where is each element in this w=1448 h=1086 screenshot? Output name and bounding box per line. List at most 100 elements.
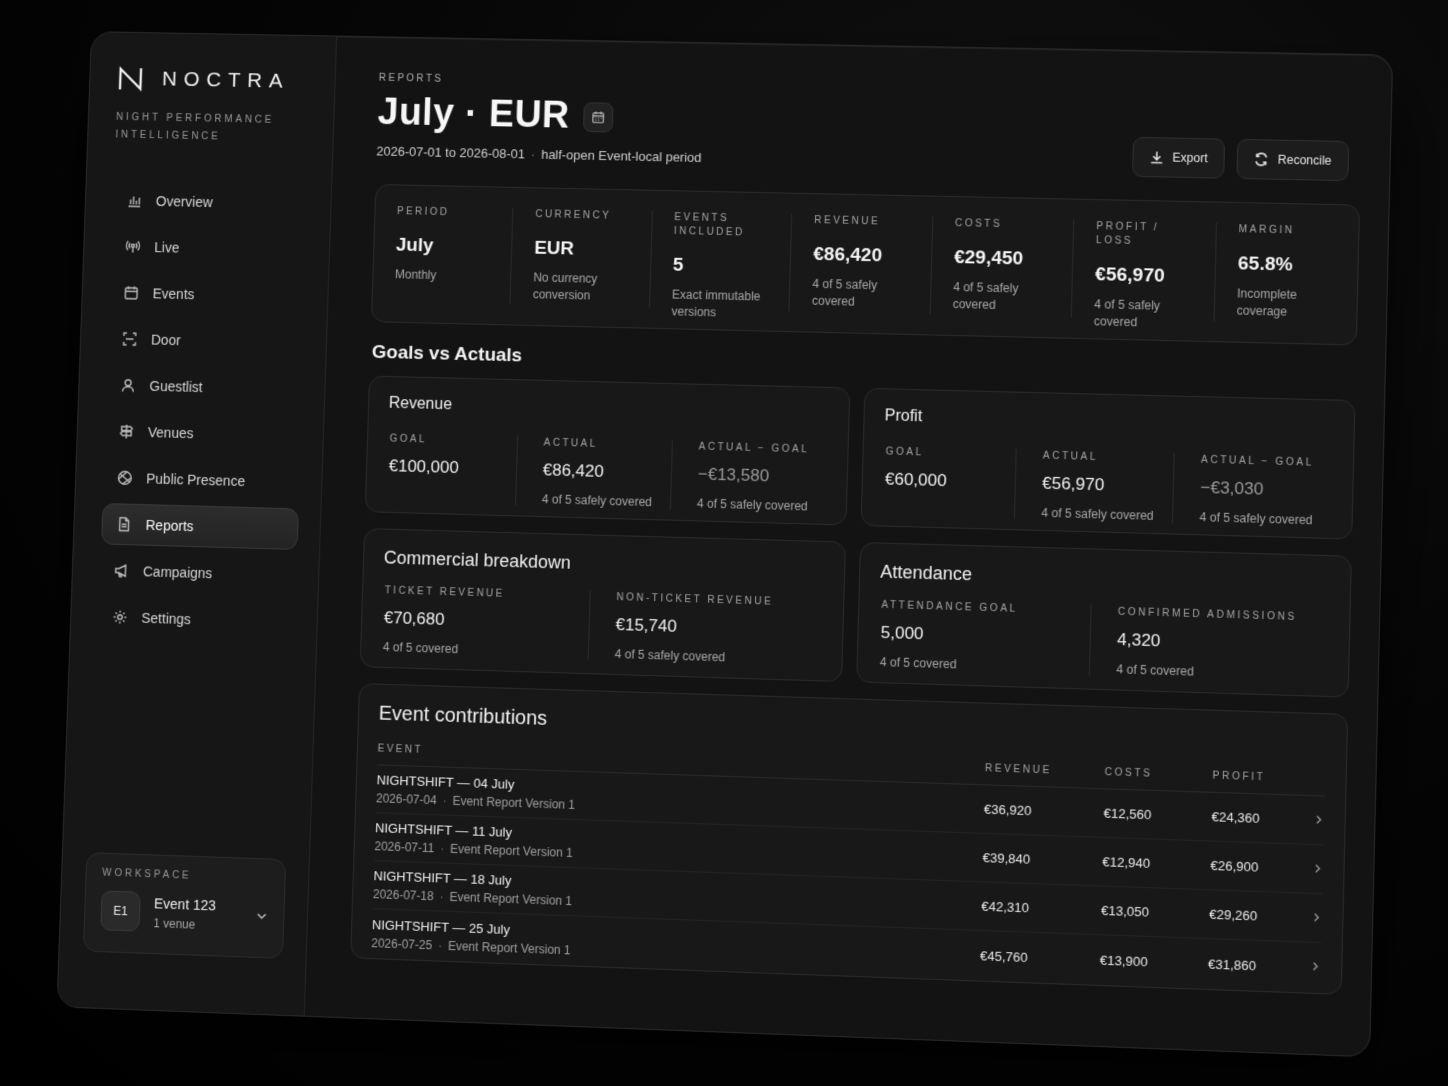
profit-goal-card: Profit Goal €60,000 Actual €56,970 4 of … (860, 387, 1356, 540)
metric-label: Attendance goal (881, 599, 1018, 615)
attendance-goal-metric: Attendance goal 5,000 4 of 5 covered (877, 598, 1092, 676)
metric-value: −€13,580 (697, 464, 770, 486)
chevron-right-icon (1310, 961, 1321, 972)
brand[interactable]: NOCTRA (117, 66, 314, 95)
brand-name: NOCTRA (161, 67, 290, 93)
summary-label: Currency (535, 209, 612, 222)
sidebar-item-reports[interactable]: Reports (101, 502, 299, 550)
metric-label: Actual (1042, 450, 1099, 464)
workspace-info: Event 123 1 venue (153, 895, 216, 932)
summary-value: 65.8% (1237, 253, 1293, 276)
sidebar-item-label: Events (152, 285, 195, 303)
profit-cell: €26,900 (1210, 857, 1259, 875)
metrics-row: Attendance goal 5,000 4 of 5 covered Con… (877, 598, 1329, 683)
card-title: Revenue (388, 394, 453, 414)
metric-label: Confirmed admissions (1117, 606, 1297, 624)
sidebar-item-door[interactable]: Door (108, 318, 306, 364)
costs-cell: €12,940 (1102, 854, 1151, 871)
event-date: 2026-07-11 (374, 839, 435, 856)
refresh-icon (1254, 152, 1269, 166)
summary-value: €56,970 (1094, 264, 1165, 287)
sidebar-item-label: Guestlist (149, 377, 203, 396)
sidebar-item-label: Overview (155, 193, 213, 211)
megaphone-icon (114, 563, 130, 579)
card-title: Commercial breakdown (383, 547, 572, 573)
metric-value: €86,420 (542, 460, 605, 481)
signpost-icon (118, 423, 134, 439)
profit-cell: €29,260 (1209, 906, 1258, 924)
event-date: 2026-07-18 (372, 887, 434, 904)
summary-value: July (395, 234, 434, 257)
sidebar-nav: Overview Live Events Door Guestlist Venu… (98, 179, 310, 643)
sidebar-item-label: Door (150, 331, 181, 349)
event-version: Event Report Version 1 (449, 841, 573, 861)
column-header-profit[interactable]: Profit (1212, 771, 1294, 785)
chevron-right-icon (1313, 863, 1323, 874)
sidebar-item-guestlist[interactable]: Guestlist (106, 364, 304, 410)
column-header-costs[interactable]: Costs (1104, 767, 1212, 782)
reconcile-label: Reconcile (1277, 152, 1332, 168)
actual-metric: Actual €86,420 4 of 5 safely covered (515, 435, 673, 510)
summary-value: €86,420 (813, 243, 883, 267)
main-content: Reports July · EUR 2026-07-01 to 2026-08… (305, 37, 1392, 1057)
metric-label: Actual − Goal (698, 441, 810, 456)
confirmed-admissions-metric: Confirmed admissions 4,320 4 of 5 covere… (1090, 605, 1329, 683)
workspace-name: Event 123 (153, 894, 217, 913)
document-icon (116, 516, 132, 532)
metric-note: 4 of 5 covered (382, 639, 459, 657)
sidebar-item-label: Live (154, 239, 180, 256)
chevron-down-icon[interactable] (256, 910, 268, 922)
sidebar-item-campaigns[interactable]: Campaigns (99, 549, 297, 596)
ticket-revenue-metric: Ticket revenue €70,680 4 of 5 covered (380, 584, 591, 661)
event-version: Event Report Version 1 (452, 793, 576, 812)
backdrop: NOCTRA Night Performance Intelligence Ov… (0, 0, 1448, 1086)
calendar-icon (591, 110, 605, 124)
metric-value: €56,970 (1041, 473, 1105, 495)
sidebar-item-label: Settings (141, 609, 192, 628)
door-scan-icon (122, 331, 138, 347)
noctra-logo-icon (117, 66, 147, 92)
app-window: NOCTRA Night Performance Intelligence Ov… (56, 31, 1394, 1058)
chart-icon (126, 193, 142, 209)
reconcile-button[interactable]: Reconcile (1236, 138, 1350, 182)
metric-note: 4 of 5 safely covered (541, 492, 653, 510)
revenue-cell: €42,310 (981, 898, 1030, 916)
column-header-revenue[interactable]: Revenue (985, 763, 1105, 778)
sidebar: NOCTRA Night Performance Intelligence Ov… (57, 32, 338, 1016)
period-note: half-open Event-local period (540, 146, 702, 165)
summary-label: Margin (1238, 224, 1295, 237)
summary-label: Costs (954, 218, 1003, 231)
summary-label: Revenue (814, 215, 881, 228)
metric-value: €60,000 (884, 469, 947, 491)
sidebar-item-settings[interactable]: Settings (98, 596, 296, 643)
sidebar-item-live[interactable]: Live (111, 226, 308, 272)
event-contributions-card: Event contributions Event Revenue Costs … (350, 683, 1349, 995)
metric-note: 4 of 5 safely covered (1041, 505, 1154, 523)
event-date: 2026-07-04 (375, 791, 437, 808)
workspace-label: Workspace (102, 867, 192, 882)
metric-label: Goal (389, 433, 428, 446)
revenue-cell: €39,840 (982, 849, 1031, 867)
sidebar-item-label: Campaigns (142, 563, 213, 582)
summary-costs: Costs €29,450 4 of 5 safely covered (930, 216, 1075, 318)
variance-metric: Actual − Goal −€13,580 4 of 5 safely cov… (671, 440, 828, 514)
attendance-card: Attendance Attendance goal 5,000 4 of 5 … (856, 541, 1352, 698)
sidebar-item-events[interactable]: Events (109, 272, 306, 318)
metric-value: 5,000 (880, 622, 924, 644)
metric-note: 4 of 5 safely covered (1199, 510, 1313, 528)
metric-label: Actual (543, 437, 598, 450)
goal-metric: Goal €60,000 (881, 445, 1017, 520)
workspace-switcher[interactable]: Workspace E1 Event 123 1 venue (82, 852, 287, 959)
revenue-goal-card: Revenue Goal €100,000 Actual €86,420 4 o… (364, 375, 851, 526)
summary-value: 5 (672, 254, 684, 276)
costs-cell: €13,050 (1100, 902, 1150, 920)
summary-note: 4 of 5 safely covered (952, 279, 1019, 312)
chevron-right-icon (1314, 814, 1324, 825)
sidebar-item-public-presence[interactable]: Public Presence (103, 457, 301, 504)
export-button[interactable]: Export (1131, 136, 1226, 179)
summary-strip: Period July Monthly Currency EUR No curr… (370, 183, 1361, 346)
sidebar-item-overview[interactable]: Overview (112, 179, 309, 224)
date-picker-button[interactable] (583, 101, 614, 132)
summary-note: Exact immutable versions (671, 287, 761, 320)
sidebar-item-venues[interactable]: Venues (104, 410, 302, 457)
